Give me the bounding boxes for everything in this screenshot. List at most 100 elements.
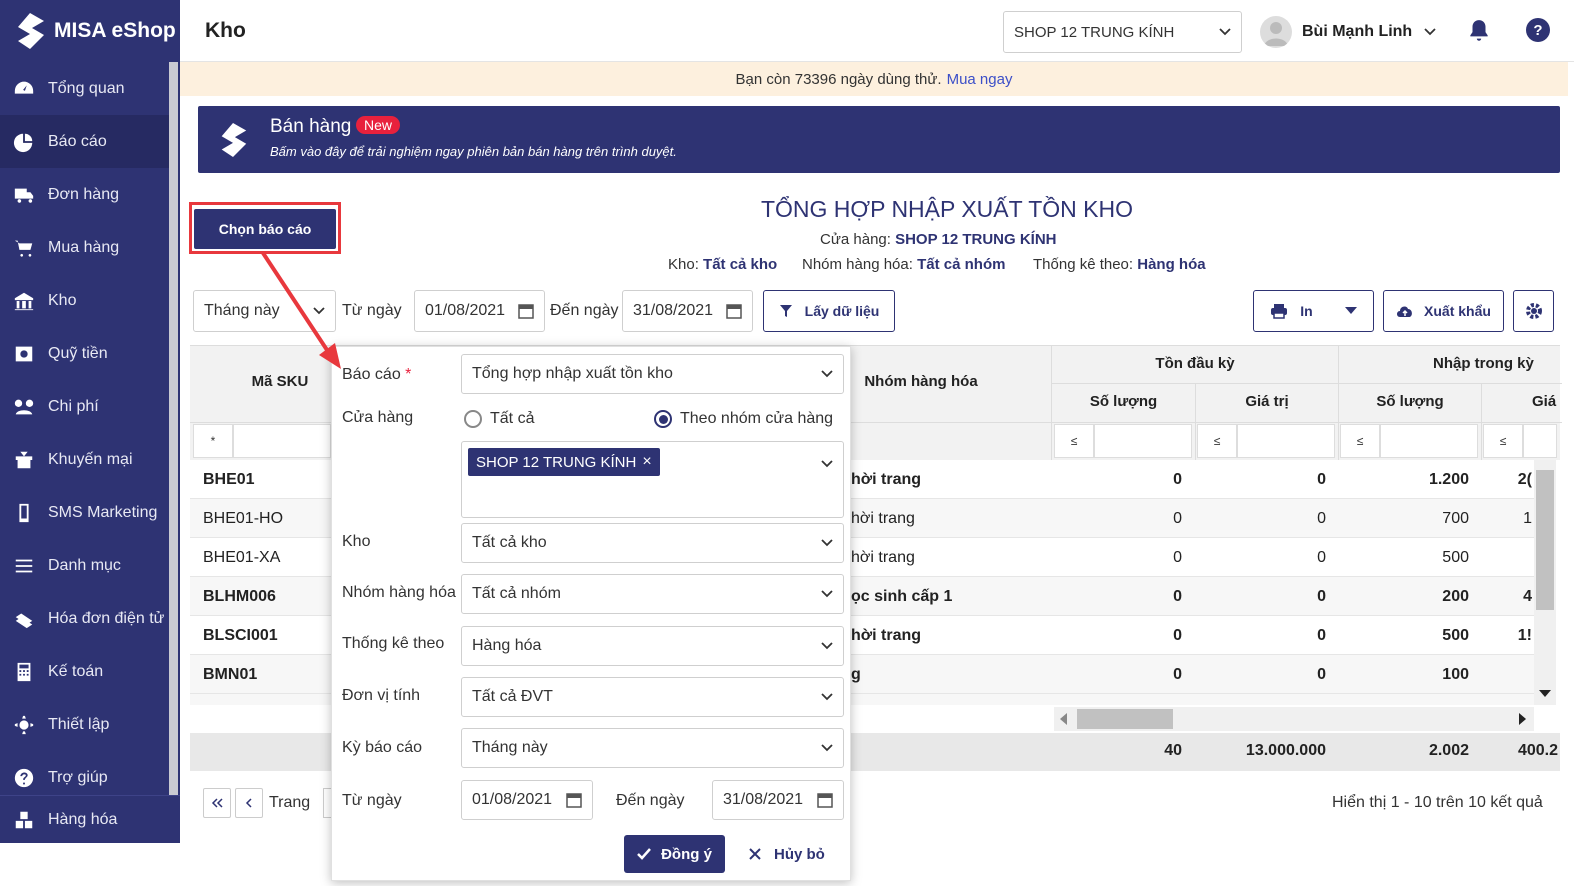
confirm-button[interactable]: Đồng ý xyxy=(624,835,725,873)
export-label: Xuất khẩu xyxy=(1424,303,1491,319)
numeric-filter-input[interactable] xyxy=(1523,424,1557,458)
sku-filter-input[interactable] xyxy=(233,424,331,458)
export-button[interactable]: Xuất khẩu xyxy=(1383,290,1504,332)
sidebar-item-1[interactable]: Báo cáo xyxy=(0,115,170,168)
numeric-filter-input[interactable] xyxy=(1094,424,1192,458)
sidebar-item-10[interactable]: Hóa đơn điện tử xyxy=(0,592,170,645)
sidebar-item-6[interactable]: Chi phí xyxy=(0,380,170,433)
first-page-button[interactable] xyxy=(203,788,231,818)
sidebar-item-label: Quỹ tiền xyxy=(48,344,108,362)
report-warehouse-line: Kho: Tất cả kho xyxy=(668,256,777,273)
calendar-icon[interactable] xyxy=(518,303,534,319)
horizontal-scroll-thumb[interactable] xyxy=(1077,709,1173,729)
numeric-filter-input[interactable] xyxy=(1237,424,1335,458)
in-val-cell: 4 xyxy=(1523,588,1532,605)
result-summary: Hiển thị 1 - 10 trên 10 kết quả xyxy=(1332,794,1543,811)
stat-value: Hàng hóa xyxy=(1137,256,1206,273)
opening-qty-cell: 0 xyxy=(1173,666,1182,683)
chevron-down-icon xyxy=(821,590,833,598)
calendar-icon[interactable] xyxy=(566,792,582,808)
cancel-button[interactable]: Hủy bỏ xyxy=(748,835,825,873)
caret-down-icon xyxy=(1344,307,1357,314)
divider xyxy=(1338,346,1339,460)
col-opening-qty[interactable]: Số lượng xyxy=(1052,393,1195,410)
print-button[interactable]: In xyxy=(1253,290,1374,332)
sidebar-item-11[interactable]: Kế toán xyxy=(0,645,170,698)
scroll-left-icon[interactable] xyxy=(1059,713,1069,725)
radio-store-group[interactable]: Theo nhóm cửa hàng xyxy=(654,410,833,428)
sidebar-item-9[interactable]: Danh mục xyxy=(0,539,170,592)
product-group-select[interactable]: Tất cả nhóm xyxy=(461,574,844,614)
scroll-right-icon[interactable] xyxy=(1517,713,1527,725)
warehouse-label: Kho xyxy=(342,533,371,550)
chevron-down-icon xyxy=(821,642,833,650)
warehouse-select[interactable]: Tất cả kho xyxy=(461,523,844,563)
radio-all-stores[interactable]: Tất cả xyxy=(464,410,534,428)
numeric-filter-operator[interactable]: ≤ xyxy=(1340,424,1380,458)
sku-cell: BHE01-HO xyxy=(203,510,284,527)
group-cell: hời trang xyxy=(851,549,915,566)
unit-select[interactable]: Tất cả ĐVT xyxy=(461,677,844,717)
shop-selector[interactable]: SHOP 12 TRUNG KÍNH xyxy=(1003,11,1242,53)
vertical-scroll-thumb[interactable] xyxy=(1536,470,1554,610)
store-tag-label: SHOP 12 TRUNG KÍNH xyxy=(476,453,637,471)
settings-button[interactable] xyxy=(1513,290,1554,332)
numeric-filter-operator[interactable]: ≤ xyxy=(1483,424,1523,458)
prev-page-button[interactable] xyxy=(235,788,263,818)
sidebar-item-5[interactable]: Quỹ tiền xyxy=(0,327,170,380)
sku-cell: BHE01-XA xyxy=(203,549,281,566)
store-tag[interactable]: SHOP 12 TRUNG KÍNH × xyxy=(468,448,660,476)
col-in-qty[interactable]: Số lượng xyxy=(1339,393,1481,410)
popup-to-date[interactable]: 31/08/2021 xyxy=(712,780,844,820)
brand-logo[interactable]: MISA eShop xyxy=(0,0,180,62)
product-group-value: Tất cả nhóm xyxy=(472,585,561,602)
buy-now-link[interactable]: Mua ngay xyxy=(947,71,1013,88)
calendar-icon[interactable] xyxy=(817,792,833,808)
report-period-label: Kỳ báo cáo xyxy=(342,739,423,756)
report-type-select[interactable]: Tổng hợp nhập xuất tồn kho xyxy=(461,354,844,394)
sidebar-item-hang-hoa[interactable]: Hàng hóa xyxy=(0,793,170,846)
phone-icon xyxy=(12,501,36,525)
report-period-value: Tháng này xyxy=(472,739,548,756)
popup-from-value: 01/08/2021 xyxy=(472,791,553,808)
sidebar-item-label: Hóa đơn điện tử xyxy=(48,609,165,627)
opening-val-cell: 0 xyxy=(1317,549,1326,566)
chevron-down-icon[interactable] xyxy=(821,460,833,468)
popup-from-date[interactable]: 01/08/2021 xyxy=(461,780,593,820)
sidebar-item-8[interactable]: SMS Marketing xyxy=(0,486,170,539)
report-store-line: Cửa hàng: SHOP 12 TRUNG KÍNH xyxy=(820,231,1057,248)
stat-by-select[interactable]: Hàng hóa xyxy=(461,626,844,666)
numeric-filter-operator[interactable]: ≤ xyxy=(1054,424,1094,458)
sidebar-item-12[interactable]: Thiết lập xyxy=(0,698,170,751)
numeric-filter-operator[interactable]: ≤ xyxy=(1197,424,1237,458)
unit-label: Đơn vị tính xyxy=(342,687,421,704)
promo-banner[interactable]: Bán hàng New Bấm vào đây để trải nghiệm … xyxy=(198,106,1560,173)
stat-label: Thống kê theo: xyxy=(1033,256,1134,273)
list-icon xyxy=(12,554,36,578)
sidebar-item-0[interactable]: Tổng quan xyxy=(0,62,170,115)
col-in-val[interactable]: Giá xyxy=(1482,393,1562,410)
from-date-input[interactable]: 01/08/2021 xyxy=(414,290,545,332)
sidebar-item-7[interactable]: Khuyến mại xyxy=(0,433,170,486)
user-menu[interactable]: Bùi Mạnh Linh xyxy=(1260,14,1436,50)
sidebar-scrollbar[interactable] xyxy=(169,62,178,795)
pie-chart-icon xyxy=(12,130,36,154)
help-icon[interactable]: ? xyxy=(1526,18,1550,42)
to-date-input[interactable]: 31/08/2021 xyxy=(622,290,753,332)
radio-all-label: Tất cả xyxy=(490,410,535,427)
sidebar-item-3[interactable]: Mua hàng xyxy=(0,221,170,274)
col-group[interactable]: Nhóm hàng hóa xyxy=(851,373,991,390)
numeric-filter-input[interactable] xyxy=(1380,424,1478,458)
sku-filter-operator[interactable]: * xyxy=(193,424,233,458)
sidebar-item-4[interactable]: Kho xyxy=(0,274,170,327)
page-input[interactable] xyxy=(323,788,331,818)
col-opening-val[interactable]: Giá trị xyxy=(1196,393,1338,410)
opening-qty-cell: 0 xyxy=(1173,471,1182,488)
calendar-icon[interactable] xyxy=(726,303,742,319)
fetch-data-button[interactable]: Lấy dữ liệu xyxy=(763,290,895,332)
report-period-select[interactable]: Tháng này xyxy=(461,728,844,768)
scroll-down-icon[interactable] xyxy=(1539,688,1551,698)
remove-tag-icon[interactable]: × xyxy=(642,453,651,471)
radio-group-label: Theo nhóm cửa hàng xyxy=(680,410,834,427)
bell-icon[interactable] xyxy=(1466,18,1492,44)
